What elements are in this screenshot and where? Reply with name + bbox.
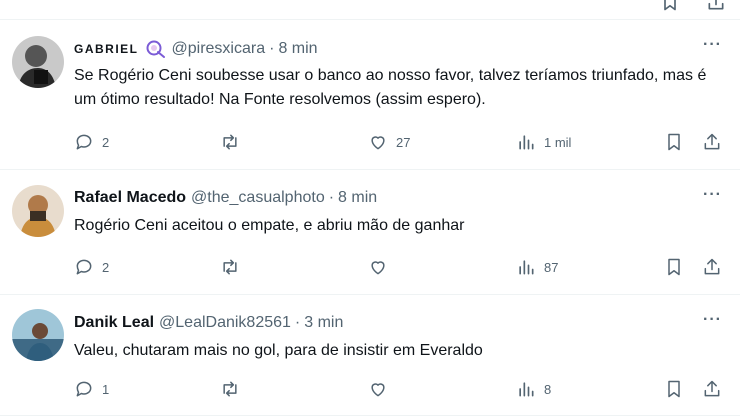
reply-button[interactable]: 1 <box>74 378 109 400</box>
reply-button[interactable]: 2 <box>74 256 109 278</box>
more-options-icon[interactable]: ··· <box>703 186 722 204</box>
reply-icon <box>76 381 92 397</box>
tweet-header: Rafael Macedo @the_casualphoto · 8 min <box>74 189 377 207</box>
author-handle[interactable]: @LealDanik82561 <box>159 314 291 332</box>
analytics-icon <box>519 135 534 150</box>
bookmark-button[interactable] <box>664 131 684 153</box>
bookmark-icon[interactable] <box>660 0 680 12</box>
view-count: 1 mil <box>544 134 572 150</box>
bookmark-icon <box>668 133 680 151</box>
views-button[interactable]: 87 <box>516 256 558 278</box>
reply-button[interactable]: 2 <box>74 131 109 153</box>
analytics-icon <box>519 260 534 275</box>
tweet-header: GABRIEL @piresxicara · 8 min <box>74 39 318 59</box>
author-name[interactable]: Rafael Macedo <box>74 189 186 207</box>
separator-dot: · <box>269 40 275 57</box>
retweet-icon <box>223 381 237 397</box>
retweet-icon <box>223 259 237 275</box>
retweet-button[interactable] <box>220 131 248 153</box>
view-count: 8 <box>544 381 552 397</box>
retweet-button[interactable] <box>220 256 248 278</box>
share-button[interactable] <box>702 256 722 278</box>
retweet-icon <box>223 134 237 150</box>
tweet-timestamp[interactable]: 8 min <box>278 40 317 58</box>
tweet-text: Rogério Ceni aceitou o empate, e abriu m… <box>74 217 465 234</box>
views-button[interactable]: 1 mil <box>516 131 571 153</box>
tweet-header: Danik Leal @LealDanik82561 · 3 min <box>74 314 343 332</box>
tweet[interactable]: Danik Leal @LealDanik82561 · 3 min ··· V… <box>0 295 740 416</box>
reply-count: 2 <box>102 134 110 150</box>
author-name[interactable]: Danik Leal <box>74 314 154 332</box>
bookmark-icon <box>668 258 680 276</box>
reply-icon <box>76 259 92 275</box>
tweet-text: Valeu, chutaram mais no gol, para de ins… <box>74 342 483 359</box>
heart-icon <box>371 261 385 275</box>
reply-icon <box>76 134 92 150</box>
tweet-actions: 2 87 <box>74 256 726 278</box>
bookmark-button[interactable] <box>664 256 684 278</box>
heart-icon <box>371 383 385 397</box>
avatar[interactable] <box>12 36 64 88</box>
tweet-timestamp[interactable]: 8 min <box>338 189 377 207</box>
like-button[interactable] <box>368 378 396 400</box>
views-button[interactable]: 8 <box>516 378 551 400</box>
share-icon[interactable] <box>706 0 726 12</box>
tweet[interactable]: Rafael Macedo @the_casualphoto · 8 min ·… <box>0 170 740 295</box>
author-handle[interactable]: @piresxicara <box>172 40 266 58</box>
share-icon <box>704 380 720 397</box>
like-button[interactable] <box>368 256 396 278</box>
share-icon <box>704 133 720 150</box>
tweet-timestamp[interactable]: 3 min <box>304 314 343 332</box>
previous-tweet-partial <box>0 0 740 20</box>
tweet-actions: 1 8 <box>74 378 726 400</box>
tweet-actions: 2 27 1 mil <box>74 131 726 153</box>
more-options-icon[interactable]: ··· <box>703 36 722 54</box>
share-icon <box>704 258 720 275</box>
view-count: 87 <box>544 259 559 275</box>
avatar[interactable] <box>12 185 64 237</box>
separator-dot: · <box>294 314 301 331</box>
share-button[interactable] <box>702 378 722 400</box>
avatar[interactable] <box>12 309 64 361</box>
tweet-text: Se Rogério Ceni soubesse usar o banco ao… <box>74 67 707 108</box>
author-handle[interactable]: @the_casualphoto <box>191 189 325 207</box>
author-name[interactable]: GABRIEL <box>74 42 139 56</box>
like-count: 27 <box>396 134 411 150</box>
analytics-icon <box>519 382 534 397</box>
reply-count: 2 <box>102 259 110 275</box>
separator-dot: · <box>328 189 335 206</box>
retweet-button[interactable] <box>220 378 248 400</box>
bookmark-icon <box>668 380 680 398</box>
more-options-icon[interactable]: ··· <box>703 311 722 329</box>
heart-icon <box>371 136 385 150</box>
reply-count: 1 <box>102 381 110 397</box>
like-button[interactable]: 27 <box>368 131 410 153</box>
share-button[interactable] <box>702 131 722 153</box>
custom-badge-icon <box>145 39 167 59</box>
tweet[interactable]: GABRIEL @piresxicara · 8 min ··· Se Rogé… <box>0 20 740 170</box>
bookmark-button[interactable] <box>664 378 684 400</box>
